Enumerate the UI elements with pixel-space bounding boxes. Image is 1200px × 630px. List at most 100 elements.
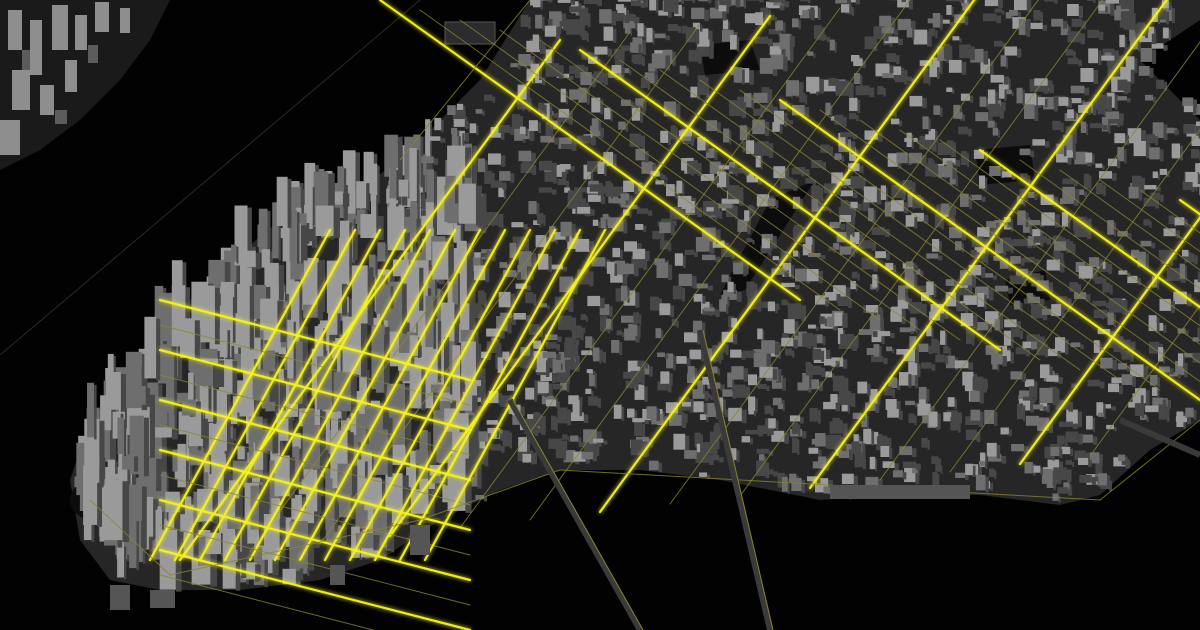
building (107, 459, 118, 474)
building (932, 13, 943, 30)
building (87, 382, 97, 440)
building (426, 169, 437, 207)
building (520, 14, 531, 29)
building (216, 389, 231, 453)
building (854, 452, 866, 470)
building (389, 168, 399, 201)
building (975, 474, 989, 493)
building (905, 215, 918, 229)
map-view[interactable] (0, 0, 1200, 630)
building (166, 354, 178, 415)
building (477, 158, 488, 175)
building (864, 36, 878, 52)
building (733, 262, 747, 277)
building (659, 303, 675, 318)
building (356, 181, 370, 211)
building (458, 183, 482, 226)
building (575, 238, 594, 254)
building (535, 14, 545, 31)
building (813, 25, 825, 42)
building (434, 117, 444, 133)
building (869, 456, 878, 472)
building (972, 376, 987, 393)
building (560, 221, 576, 239)
building (1125, 56, 1138, 72)
building (1016, 87, 1025, 106)
building (926, 281, 937, 298)
building (809, 408, 821, 424)
building (122, 454, 139, 472)
building (502, 430, 512, 449)
building (432, 241, 454, 282)
building (786, 80, 804, 98)
building (986, 442, 1001, 459)
building (1140, 48, 1157, 64)
building (409, 148, 420, 203)
building (377, 242, 389, 264)
building (753, 352, 772, 370)
building (1051, 304, 1065, 318)
building (656, 262, 673, 280)
building (873, 344, 882, 359)
building (806, 269, 823, 284)
building (1080, 121, 1088, 135)
building (1136, 22, 1148, 38)
building (593, 347, 602, 364)
building (781, 477, 790, 494)
building (371, 193, 378, 234)
building (237, 446, 248, 462)
building (447, 145, 472, 178)
building (611, 340, 623, 355)
building (630, 439, 648, 458)
building (551, 415, 558, 433)
map-canvas[interactable] (0, 0, 1200, 630)
building (779, 33, 794, 52)
building (651, 53, 670, 71)
building (770, 54, 788, 72)
building (219, 328, 231, 360)
building (890, 307, 906, 324)
building (685, 201, 699, 215)
building (918, 387, 930, 402)
building (1080, 68, 1099, 84)
building (928, 411, 941, 429)
building (635, 148, 649, 163)
building (802, 332, 817, 349)
building (685, 27, 700, 45)
building (1133, 141, 1151, 159)
building (787, 303, 806, 321)
building (1017, 403, 1026, 422)
building (613, 404, 625, 421)
building (670, 125, 678, 142)
building (597, 161, 607, 176)
building (276, 176, 292, 228)
building (988, 103, 1004, 119)
building (1067, 4, 1083, 18)
building (731, 366, 749, 382)
building (572, 400, 583, 417)
building (603, 26, 617, 43)
building (1158, 404, 1170, 422)
building (959, 44, 975, 61)
building (404, 216, 421, 235)
building (730, 34, 740, 52)
building (960, 151, 969, 167)
building (805, 361, 813, 378)
building (977, 293, 987, 309)
building (1024, 104, 1039, 121)
building (691, 7, 710, 22)
building (646, 27, 655, 45)
building (834, 312, 845, 329)
building (747, 296, 762, 312)
building (666, 184, 678, 199)
building (815, 433, 830, 449)
building (564, 342, 579, 360)
building (525, 387, 538, 402)
building (557, 407, 571, 426)
building (231, 244, 239, 264)
building (1134, 403, 1145, 418)
building (306, 185, 315, 225)
building (863, 428, 875, 446)
building (663, 0, 679, 14)
building (806, 76, 824, 94)
